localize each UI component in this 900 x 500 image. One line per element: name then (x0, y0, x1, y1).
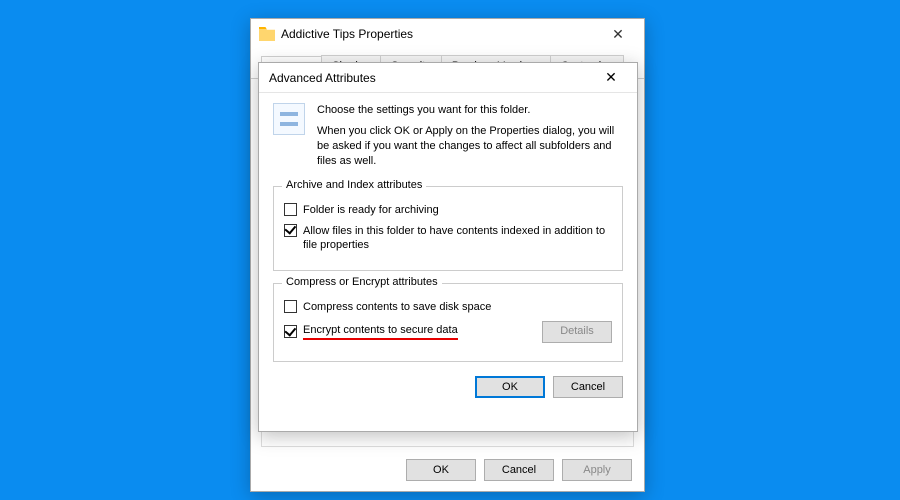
advanced-title: Advanced Attributes (269, 71, 591, 85)
compress-checkbox[interactable] (284, 300, 297, 313)
folder-icon (259, 27, 275, 41)
close-icon[interactable]: ✕ (591, 67, 631, 89)
cancel-button[interactable]: Cancel (553, 376, 623, 398)
advanced-button-row: OK Cancel (273, 376, 623, 398)
compress-encrypt-group: Compress or Encrypt attributes Compress … (273, 283, 623, 361)
cancel-button[interactable]: Cancel (484, 459, 554, 481)
advanced-body: Choose the settings you want for this fo… (259, 93, 637, 410)
intro-line-1: Choose the settings you want for this fo… (317, 103, 623, 118)
properties-titlebar[interactable]: Addictive Tips Properties ✕ (251, 19, 644, 49)
apply-button[interactable]: Apply (562, 459, 632, 481)
archiving-label: Folder is ready for archiving (303, 203, 439, 217)
details-button[interactable]: Details (542, 321, 612, 343)
compress-encrypt-legend: Compress or Encrypt attributes (282, 276, 442, 288)
attributes-icon (273, 103, 305, 135)
ok-button[interactable]: OK (406, 459, 476, 481)
indexing-label: Allow files in this folder to have conte… (303, 224, 612, 253)
archive-index-legend: Archive and Index attributes (282, 179, 426, 191)
properties-title: Addictive Tips Properties (281, 27, 598, 41)
properties-button-row: OK Cancel Apply (406, 459, 632, 481)
ok-button[interactable]: OK (475, 376, 545, 398)
intro-line-2: When you click OK or Apply on the Proper… (317, 124, 623, 169)
compress-label: Compress contents to save disk space (303, 300, 491, 314)
advanced-titlebar[interactable]: Advanced Attributes ✕ (259, 63, 637, 93)
encrypt-checkbox[interactable] (284, 325, 297, 338)
indexing-checkbox[interactable] (284, 224, 297, 237)
close-icon[interactable]: ✕ (598, 23, 638, 45)
archiving-checkbox[interactable] (284, 203, 297, 216)
advanced-attributes-dialog: Advanced Attributes ✕ Choose the setting… (258, 62, 638, 432)
encrypt-label: Encrypt contents to secure data (303, 323, 458, 340)
archive-index-group: Archive and Index attributes Folder is r… (273, 186, 623, 271)
